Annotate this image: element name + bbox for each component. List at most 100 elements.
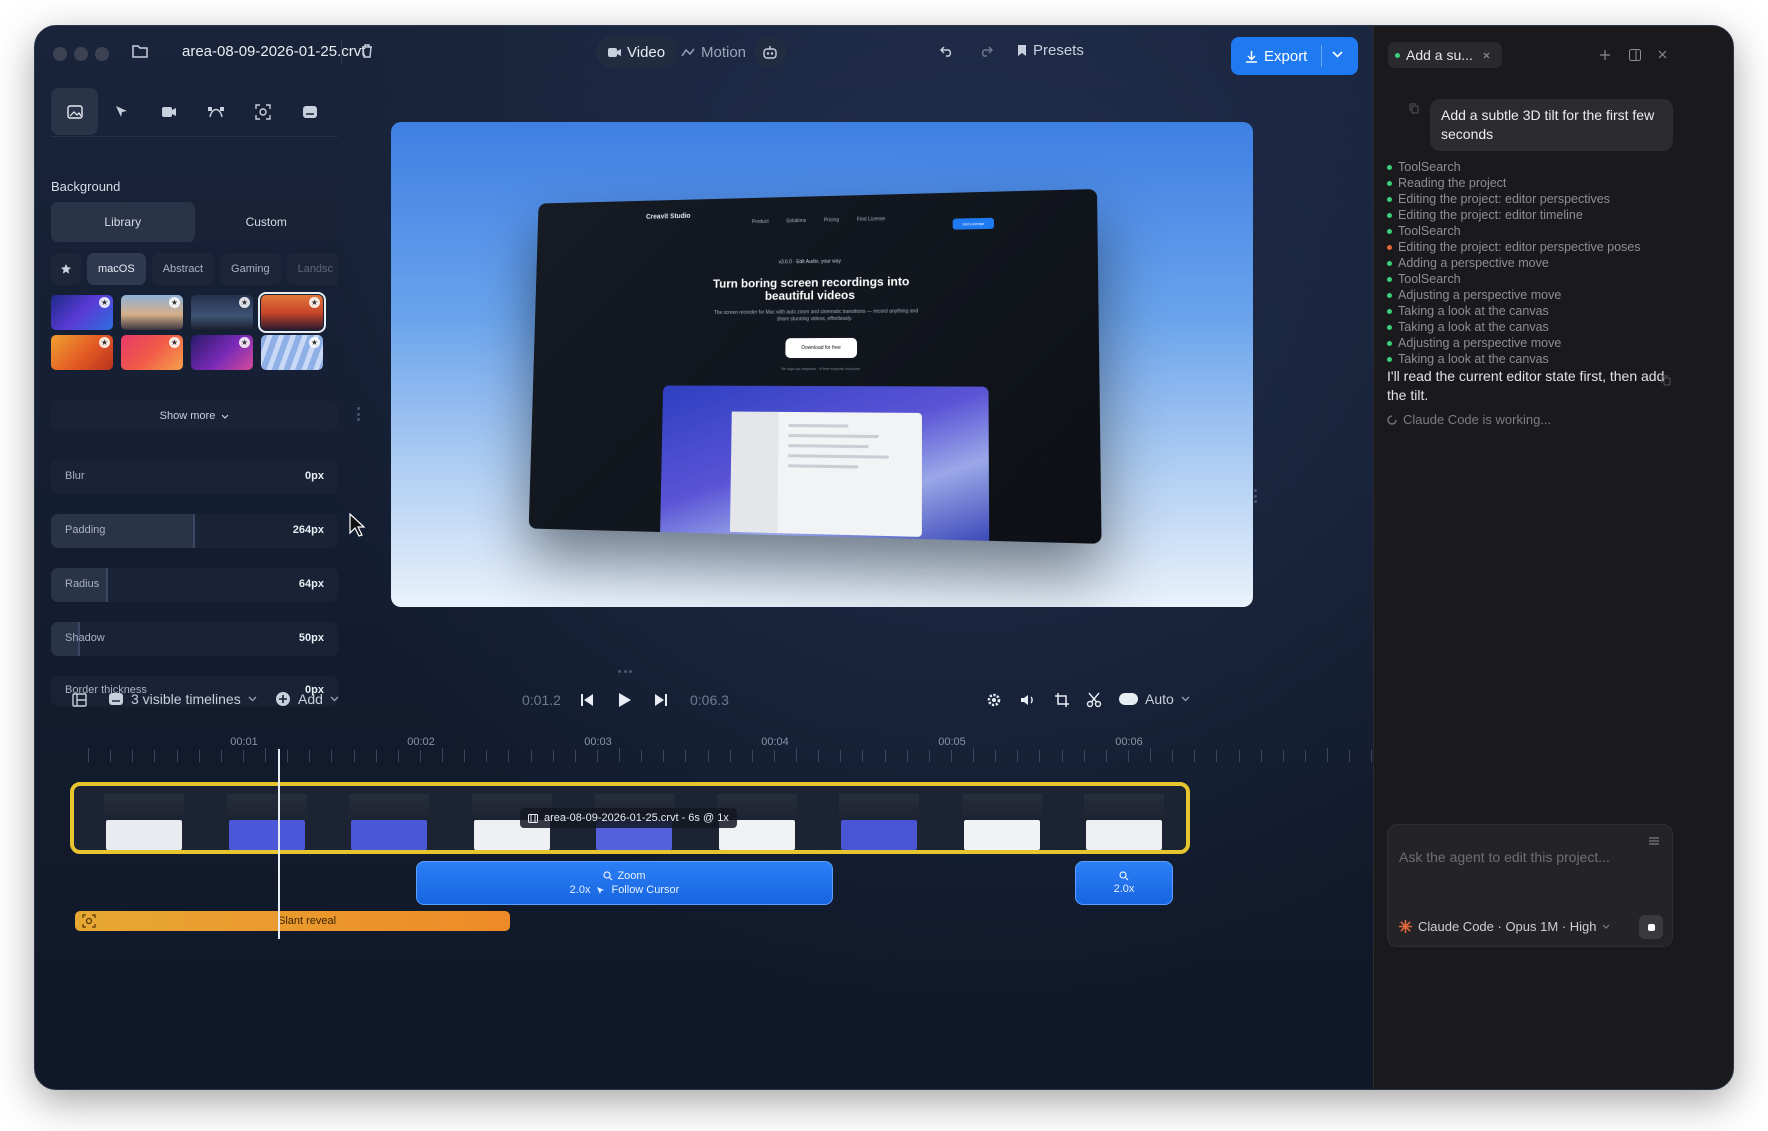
agent-session-tab[interactable]: Add a su...: [1388, 42, 1502, 68]
captions-tool-tab[interactable]: [286, 88, 333, 135]
padding-value: 264px: [293, 524, 324, 536]
skip-back-icon[interactable]: [580, 693, 594, 707]
redo-icon[interactable]: [979, 45, 993, 57]
mode-video-label: Video: [627, 44, 665, 61]
chevron-down-icon: [330, 696, 339, 702]
add-track-button[interactable]: Add: [275, 691, 339, 707]
editor-area: area-08-09-2026-01-25.crvt Video Motion …: [35, 26, 1373, 1090]
wallpaper-thumb[interactable]: ★: [51, 295, 113, 330]
ruler-tick: [1084, 750, 1085, 762]
wallpaper-thumb[interactable]: ★: [261, 335, 323, 370]
copy-icon[interactable]: [1409, 103, 1419, 114]
export-button[interactable]: Export: [1231, 37, 1358, 75]
zoom-segment[interactable]: Zoom 2.0x Follow Cursor: [416, 861, 833, 905]
path-tool-tab[interactable]: [192, 88, 239, 135]
clip-frame-thumbnail: [349, 794, 429, 850]
zoom-window-button[interactable]: [95, 47, 109, 61]
padding-slider[interactable]: Padding 264px: [51, 514, 338, 548]
wallpaper-thumb[interactable]: ★: [51, 335, 113, 370]
chip-landscape[interactable]: Landsc: [287, 253, 338, 285]
close-icon[interactable]: [1483, 52, 1490, 59]
wallpaper-thumb[interactable]: ★: [121, 335, 183, 370]
timeline-icon: [108, 692, 124, 706]
gear-icon[interactable]: [986, 692, 1002, 708]
zoom-segment[interactable]: 2.0x: [1075, 861, 1173, 905]
timeline-resize-handle[interactable]: [618, 670, 632, 673]
ruler-tick: [309, 750, 310, 762]
ruler-tick: [862, 750, 863, 762]
auto-toggle[interactable]: Auto: [1119, 691, 1190, 707]
volume-icon[interactable]: [1020, 693, 1036, 707]
radius-slider[interactable]: Radius 64px: [51, 568, 338, 602]
playhead[interactable]: [278, 749, 280, 939]
ruler-tick: [88, 748, 89, 762]
total-time: 0:06.3: [690, 692, 729, 708]
play-icon[interactable]: [618, 692, 632, 708]
ruler-tick: [1017, 750, 1018, 762]
plus-icon[interactable]: [1600, 50, 1610, 60]
agent-panel-resize-handle[interactable]: [1254, 489, 1257, 503]
chip-macos[interactable]: macOS: [87, 253, 146, 285]
wallpaper-thumb[interactable]: ★: [191, 295, 253, 330]
agent-robot-button[interactable]: [754, 36, 786, 68]
chip-abstract[interactable]: Abstract: [152, 253, 214, 285]
wallpaper-thumb[interactable]: ★: [191, 335, 253, 370]
trash-icon[interactable]: [360, 43, 374, 58]
agent-step-item: Editing the project: editor timeline: [1387, 207, 1727, 223]
tilted-screen-recording: Creavit Studio Product Solutions Pricing…: [529, 189, 1102, 544]
scissors-icon[interactable]: [1086, 692, 1102, 708]
ruler-tick: [685, 750, 686, 762]
cursor-tool-tab[interactable]: [98, 88, 145, 135]
show-more-button[interactable]: Show more: [51, 401, 338, 431]
mode-motion-tab[interactable]: Motion: [669, 36, 758, 68]
preview-nav-item: Pricing: [824, 217, 839, 223]
skip-forward-icon[interactable]: [654, 693, 668, 707]
crop-icon[interactable]: [1054, 692, 1070, 708]
ruler-label: 00:04: [761, 736, 789, 748]
focus-tool-tab[interactable]: [239, 88, 286, 135]
agent-prompt-input[interactable]: [1399, 849, 1639, 865]
tab-custom[interactable]: Custom: [195, 202, 339, 242]
timeline-ruler[interactable]: 00:01 00:02 00:03 00:04 00:05 00:06: [65, 736, 1215, 766]
copy-icon[interactable]: [1661, 375, 1671, 386]
camera-tool-tab[interactable]: [145, 88, 192, 135]
chip-gaming[interactable]: Gaming: [220, 253, 281, 285]
close-icon[interactable]: [1658, 50, 1667, 59]
tab-library[interactable]: Library: [51, 202, 195, 242]
video-clip-track[interactable]: area-08-09-2026-01-25.crvt - 6s @ 1x: [70, 782, 1190, 854]
ruler-tick: [575, 750, 576, 762]
undo-icon[interactable]: [940, 45, 954, 57]
chevron-down-icon: [1181, 696, 1190, 702]
video-canvas[interactable]: Creavit Studio Product Solutions Pricing…: [391, 122, 1253, 607]
split-view-icon[interactable]: [1629, 49, 1641, 61]
shadow-slider[interactable]: Shadow 50px: [51, 622, 338, 656]
close-window-button[interactable]: [53, 47, 67, 61]
chevron-down-icon[interactable]: [1332, 51, 1343, 58]
stop-button[interactable]: [1639, 915, 1663, 939]
clip-frame-thumbnail: [104, 794, 184, 850]
wallpaper-thumb-selected[interactable]: ★: [261, 295, 323, 330]
minimize-window-button[interactable]: [74, 47, 88, 61]
slant-reveal-segment[interactable]: Slant reveal: [75, 911, 510, 931]
ruler-tick: [796, 748, 797, 762]
panel-resize-handle[interactable]: [357, 407, 360, 421]
visible-timelines-dropdown[interactable]: 3 visible timelines: [108, 691, 257, 707]
model-selector[interactable]: Claude Code · Opus 1M · High: [1399, 919, 1610, 934]
blur-slider[interactable]: Blur 0px: [51, 460, 338, 494]
favorites-chip[interactable]: [51, 253, 81, 285]
ruler-tick: [442, 748, 443, 762]
menu-icon[interactable]: [1649, 837, 1659, 845]
presets-button[interactable]: Presets: [1017, 42, 1084, 59]
preview-nav-item: Product: [752, 219, 769, 225]
panel-divider: [51, 136, 338, 137]
ruler-tick: [420, 750, 421, 762]
folder-icon[interactable]: [132, 44, 148, 58]
ruler-tick: [221, 750, 222, 762]
ruler-label: 00:03: [584, 736, 612, 748]
mode-video-tab[interactable]: Video: [596, 36, 677, 68]
wallpaper-grid: ★ ★ ★ ★ ★ ★ ★ ★: [51, 295, 321, 370]
layout-icon[interactable]: [72, 693, 87, 707]
background-tool-tab[interactable]: [51, 88, 98, 135]
wallpaper-thumb[interactable]: ★: [121, 295, 183, 330]
ruler-tick: [132, 750, 133, 762]
